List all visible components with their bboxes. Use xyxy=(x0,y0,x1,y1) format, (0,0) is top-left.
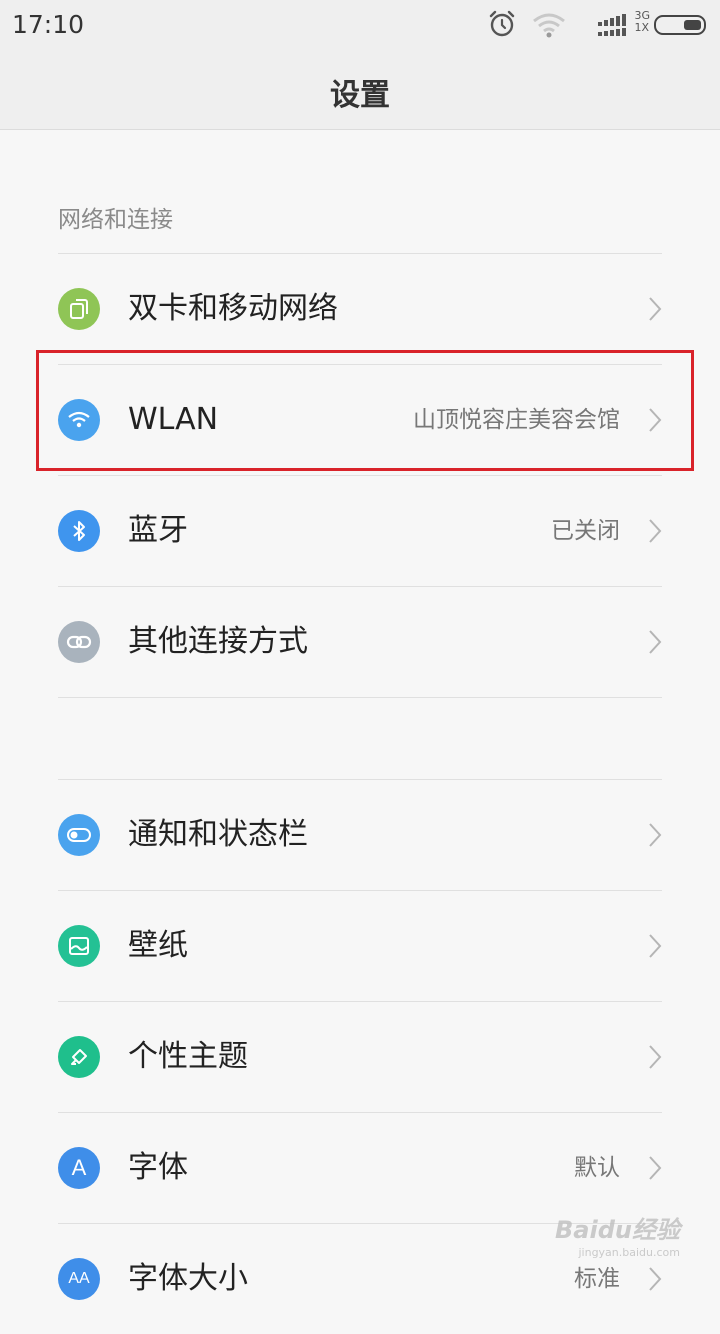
settings-item-label: 通知和状态栏 xyxy=(128,817,308,852)
status-bar: 17:10 3G 1X xyxy=(0,0,720,50)
font-size-value: 标准 xyxy=(574,1266,620,1292)
alarm-icon xyxy=(489,10,515,37)
chevron-right-icon xyxy=(649,1045,662,1069)
bluetooth-icon xyxy=(58,510,100,552)
highlight-box xyxy=(36,350,694,471)
settings-item-themes[interactable]: 个性主题 xyxy=(0,1002,720,1112)
network-type: 3G 1X xyxy=(634,10,650,34)
page-title: 设置 xyxy=(330,78,390,113)
toggle-icon xyxy=(58,814,100,856)
settings-item-dual-sim[interactable]: 双卡和移动网络 xyxy=(0,254,720,364)
font-icon: A xyxy=(58,1147,100,1189)
chevron-right-icon xyxy=(649,630,662,654)
chevron-right-icon xyxy=(649,934,662,958)
settings-item-notifications[interactable]: 通知和状态栏 xyxy=(0,780,720,890)
brush-icon xyxy=(58,1036,100,1078)
watermark-logo: Baidu经验 xyxy=(555,1216,680,1244)
network-type-bottom: 1X xyxy=(634,21,650,34)
wifi-icon xyxy=(533,13,565,38)
settings-item-bluetooth[interactable]: 蓝牙 已关闭 xyxy=(0,476,720,586)
font-size-icon: AA xyxy=(58,1258,100,1300)
sim-icon xyxy=(58,288,100,330)
status-icons: 3G 1X xyxy=(478,10,708,40)
font-value: 默认 xyxy=(574,1155,620,1181)
chevron-right-icon xyxy=(649,1267,662,1291)
settings-item-label: 蓝牙 xyxy=(128,513,188,548)
chevron-right-icon xyxy=(649,297,662,321)
chevron-right-icon xyxy=(649,519,662,543)
signal-icon xyxy=(598,14,626,36)
settings-item-other-connections[interactable]: 其他连接方式 xyxy=(0,587,720,697)
battery-icon xyxy=(654,15,706,35)
settings-item-label: 字体 xyxy=(128,1150,188,1185)
title-bar: 设置 xyxy=(0,50,720,130)
wallpaper-icon xyxy=(58,925,100,967)
settings-item-label: 其他连接方式 xyxy=(128,624,308,659)
settings-item-wallpaper[interactable]: 壁纸 xyxy=(0,891,720,1001)
bluetooth-status: 已关闭 xyxy=(551,518,620,544)
section-header-network: 网络和连接 xyxy=(58,207,173,233)
watermark-url: jingyan.baidu.com xyxy=(578,1246,680,1259)
settings-item-label: 壁纸 xyxy=(128,928,188,963)
divider xyxy=(58,697,662,698)
settings-item-label: 双卡和移动网络 xyxy=(128,291,338,326)
chevron-right-icon xyxy=(649,823,662,847)
settings-item-label: 字体大小 xyxy=(128,1261,248,1296)
status-time: 17:10 xyxy=(12,10,85,39)
link-icon xyxy=(58,621,100,663)
settings-item-label: 个性主题 xyxy=(128,1039,248,1074)
settings-item-font[interactable]: A 字体 默认 xyxy=(0,1113,720,1223)
chevron-right-icon xyxy=(649,1156,662,1180)
